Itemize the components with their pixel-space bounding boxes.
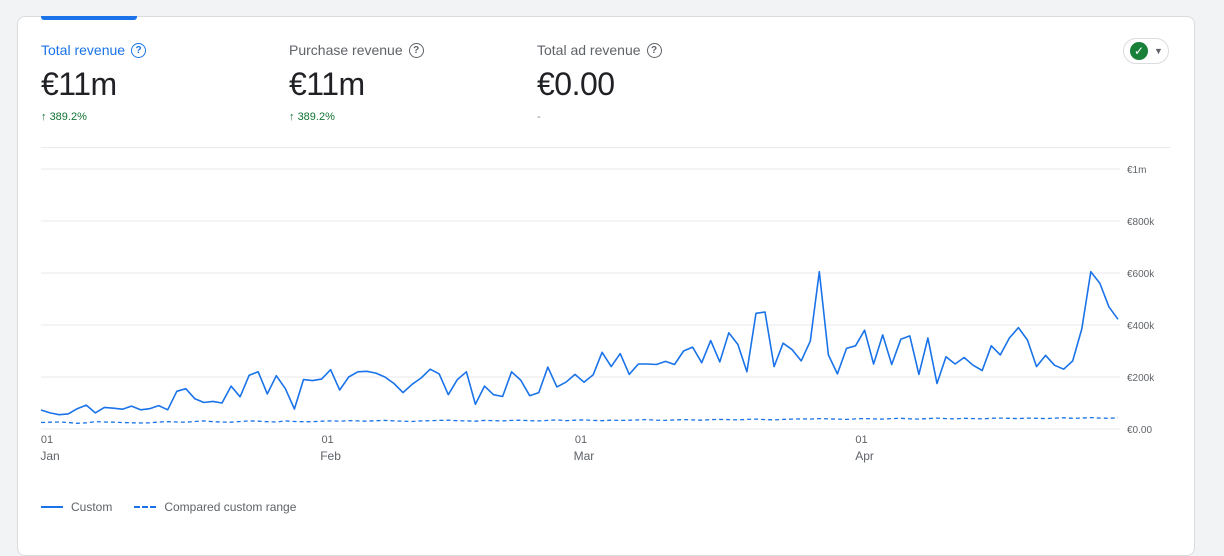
x-tick-day-label: 01 <box>41 434 53 446</box>
y-tick-label: €1m <box>1127 165 1146 176</box>
chart-legend: Custom Compared custom range <box>41 500 296 514</box>
x-tick-month-label: Mar <box>574 449 595 463</box>
x-tick-month-label: Feb <box>320 449 341 463</box>
legend-swatch-solid <box>41 506 63 508</box>
y-tick-label: €800k <box>1127 217 1155 228</box>
y-tick-label: €200k <box>1127 373 1155 384</box>
legend-custom-label[interactable]: Custom <box>71 500 112 514</box>
x-tick-day-label: 01 <box>575 434 587 446</box>
x-tick-day-label: 01 <box>321 434 333 446</box>
x-tick-month-label: Jan <box>40 449 59 463</box>
legend-swatch-dashed <box>134 506 157 508</box>
legend-compared-label[interactable]: Compared custom range <box>164 500 296 514</box>
y-tick-label: €0.00 <box>1127 425 1152 436</box>
x-tick-month-label: Apr <box>855 449 874 463</box>
y-tick-label: €600k <box>1127 269 1155 280</box>
series-line-compared <box>40 416 1119 424</box>
revenue-line-chart[interactable]: €0.00 €200k €400k €600k €800k €1m 01 Jan 01 Feb 01… <box>0 0 1224 540</box>
series-line-custom <box>40 270 1119 416</box>
x-tick-day-label: 01 <box>855 434 867 446</box>
y-tick-label: €400k <box>1127 321 1155 332</box>
